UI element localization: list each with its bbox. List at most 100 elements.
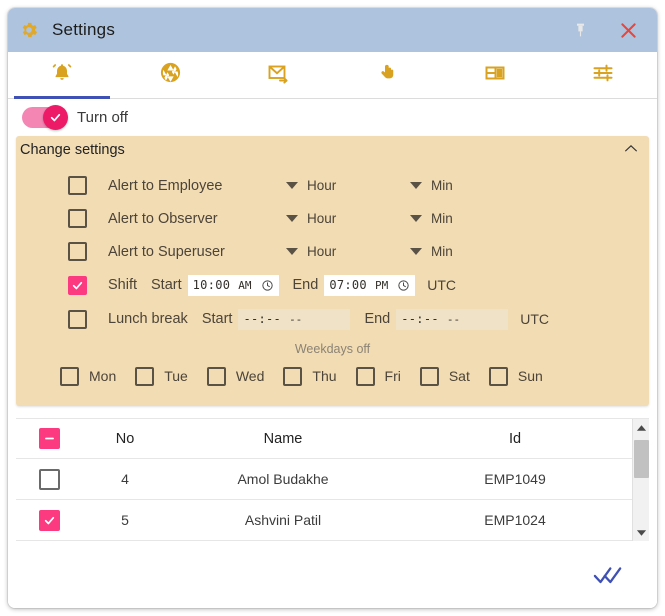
- table-row[interactable]: 4 Amol Budakhe EMP1049: [16, 459, 632, 500]
- clock-icon[interactable]: [261, 279, 274, 292]
- alert-employee-min-dropdown[interactable]: Min: [410, 178, 534, 193]
- shift-timezone: UTC: [427, 277, 456, 293]
- alert-row-observer: Alert to Observer Hour Min: [16, 202, 649, 235]
- alert-row-employee: Alert to Employee Hour Min: [16, 169, 649, 202]
- shift-row: Shift Start 10:00 AM End 07:00 PM UTC: [16, 268, 649, 302]
- tab-mail[interactable]: [224, 52, 332, 98]
- shift-end-meridiem: PM: [374, 278, 389, 292]
- lunch-end-time-input[interactable]: --:-- --: [396, 308, 509, 330]
- tab-camera[interactable]: [116, 52, 224, 98]
- alert-superuser-checkbox[interactable]: [68, 242, 87, 261]
- turn-off-toggle[interactable]: [22, 105, 68, 130]
- row-no: 5: [121, 512, 129, 528]
- shift-checkbox[interactable]: [68, 275, 87, 295]
- tab-notifications[interactable]: [8, 52, 116, 99]
- shift-start-time-input[interactable]: 10:00 AM: [187, 274, 279, 296]
- lunch-end-label: End: [364, 311, 391, 327]
- pin-icon[interactable]: [565, 15, 595, 45]
- employee-table-body: No Name Id 4 Amol Budakhe EMP1049 5 Ashv…: [16, 419, 632, 541]
- tab-touch[interactable]: [333, 52, 441, 98]
- lunch-break-label: Lunch break: [108, 311, 188, 327]
- shift-start-meridiem: AM: [238, 278, 252, 292]
- column-header-no[interactable]: No: [82, 431, 168, 447]
- table-row[interactable]: 5 Ashvini Patil EMP1024: [16, 500, 632, 541]
- alert-observer-label: Alert to Observer: [108, 210, 218, 227]
- chevron-down-icon: [286, 248, 298, 255]
- table-header-row: No Name Id: [16, 419, 632, 459]
- clock-icon[interactable]: [397, 279, 410, 292]
- alert-observer-hour-dropdown[interactable]: Hour: [286, 211, 410, 226]
- weekday-fri-checkbox[interactable]: [355, 366, 375, 386]
- alert-row-superuser: Alert to Superuser Hour Min: [16, 235, 649, 268]
- weekday-sun-label: Sun: [517, 368, 543, 384]
- weekday-mon-checkbox[interactable]: [60, 366, 79, 386]
- aperture-icon: [159, 61, 182, 89]
- chevron-down-icon: [410, 182, 422, 189]
- weekday-wed-checkbox[interactable]: [206, 366, 226, 386]
- shift-end-time-value: 07:00: [329, 278, 367, 292]
- employee-table: No Name Id 4 Amol Budakhe EMP1049 5 Ashv…: [16, 418, 649, 541]
- turn-off-label: Turn off: [77, 109, 128, 126]
- caret-up-icon[interactable]: [633, 419, 650, 436]
- column-header-id[interactable]: Id: [398, 431, 632, 447]
- sliders-icon: [591, 61, 615, 90]
- scrollbar-thumb[interactable]: [633, 440, 649, 478]
- lunch-end-time-value: --:--: [401, 312, 439, 326]
- alert-employee-checkbox[interactable]: [68, 176, 87, 195]
- weekday-thu[interactable]: Thu: [283, 366, 337, 386]
- weekday-tue-checkbox[interactable]: [135, 366, 155, 386]
- weekday-sun-checkbox[interactable]: [488, 366, 508, 386]
- select-all-checkbox[interactable]: [38, 428, 60, 449]
- shift-start-label: Start: [151, 277, 182, 293]
- select-all-cell: [16, 428, 82, 449]
- weekday-sat-checkbox[interactable]: [419, 366, 439, 386]
- lunch-start-time-input[interactable]: --:-- --: [238, 308, 351, 330]
- min-value: Min: [431, 178, 453, 193]
- row-checkbox[interactable]: [38, 509, 60, 531]
- weekday-fri-label: Fri: [384, 368, 401, 384]
- row-select-cell: [16, 509, 82, 531]
- tab-active-indicator: [14, 96, 111, 99]
- close-icon[interactable]: [613, 15, 643, 45]
- weekday-thu-label: Thu: [312, 368, 337, 384]
- change-settings-body: Alert to Employee Hour Min Alert to Obse…: [16, 163, 649, 406]
- settings-window: Settings Turn off Change settings Alert …: [8, 8, 657, 608]
- weekday-mon[interactable]: Mon: [60, 366, 116, 386]
- shift-end-time-input[interactable]: 07:00 PM: [324, 274, 416, 296]
- toggle-knob: [43, 105, 68, 130]
- shift-start-time-value: 10:00: [192, 278, 231, 292]
- table-scrollbar[interactable]: [632, 419, 649, 541]
- alert-observer-min-dropdown[interactable]: Min: [410, 211, 534, 226]
- tab-layout[interactable]: [441, 52, 549, 98]
- chevron-down-icon: [286, 182, 298, 189]
- weekday-sat[interactable]: Sat: [419, 366, 470, 386]
- weekday-sun[interactable]: Sun: [488, 366, 543, 386]
- column-header-name[interactable]: Name: [168, 431, 398, 447]
- turn-off-row: Turn off: [8, 99, 657, 136]
- tab-tuning[interactable]: [549, 52, 657, 98]
- double-check-icon[interactable]: [591, 562, 625, 588]
- min-value: Min: [431, 211, 453, 226]
- weekday-fri[interactable]: Fri: [355, 366, 401, 386]
- chevron-up-icon[interactable]: [623, 142, 639, 158]
- caret-down-icon[interactable]: [633, 524, 650, 541]
- row-select-cell: [16, 468, 82, 490]
- row-checkbox[interactable]: [38, 468, 60, 490]
- bell-icon: [50, 61, 74, 90]
- lunch-start-meridiem: --: [289, 312, 303, 326]
- lunch-break-checkbox[interactable]: [68, 309, 87, 329]
- row-name: Ashvini Patil: [244, 512, 322, 528]
- weekday-wed[interactable]: Wed: [206, 366, 264, 386]
- change-settings-header[interactable]: Change settings: [16, 136, 649, 163]
- window-footer: [8, 541, 657, 608]
- alert-superuser-min-dropdown[interactable]: Min: [410, 244, 534, 259]
- row-name: Amol Budakhe: [237, 471, 329, 487]
- alert-superuser-hour-dropdown[interactable]: Hour: [286, 244, 410, 259]
- alert-employee-hour-dropdown[interactable]: Hour: [286, 178, 410, 193]
- weekday-thu-checkbox[interactable]: [283, 366, 303, 386]
- lunch-start-time-value: --:--: [243, 312, 282, 326]
- alert-observer-checkbox[interactable]: [68, 209, 87, 228]
- scrollbar-track[interactable]: [633, 436, 650, 524]
- weekday-tue[interactable]: Tue: [135, 366, 188, 386]
- tab-bar: [8, 52, 657, 99]
